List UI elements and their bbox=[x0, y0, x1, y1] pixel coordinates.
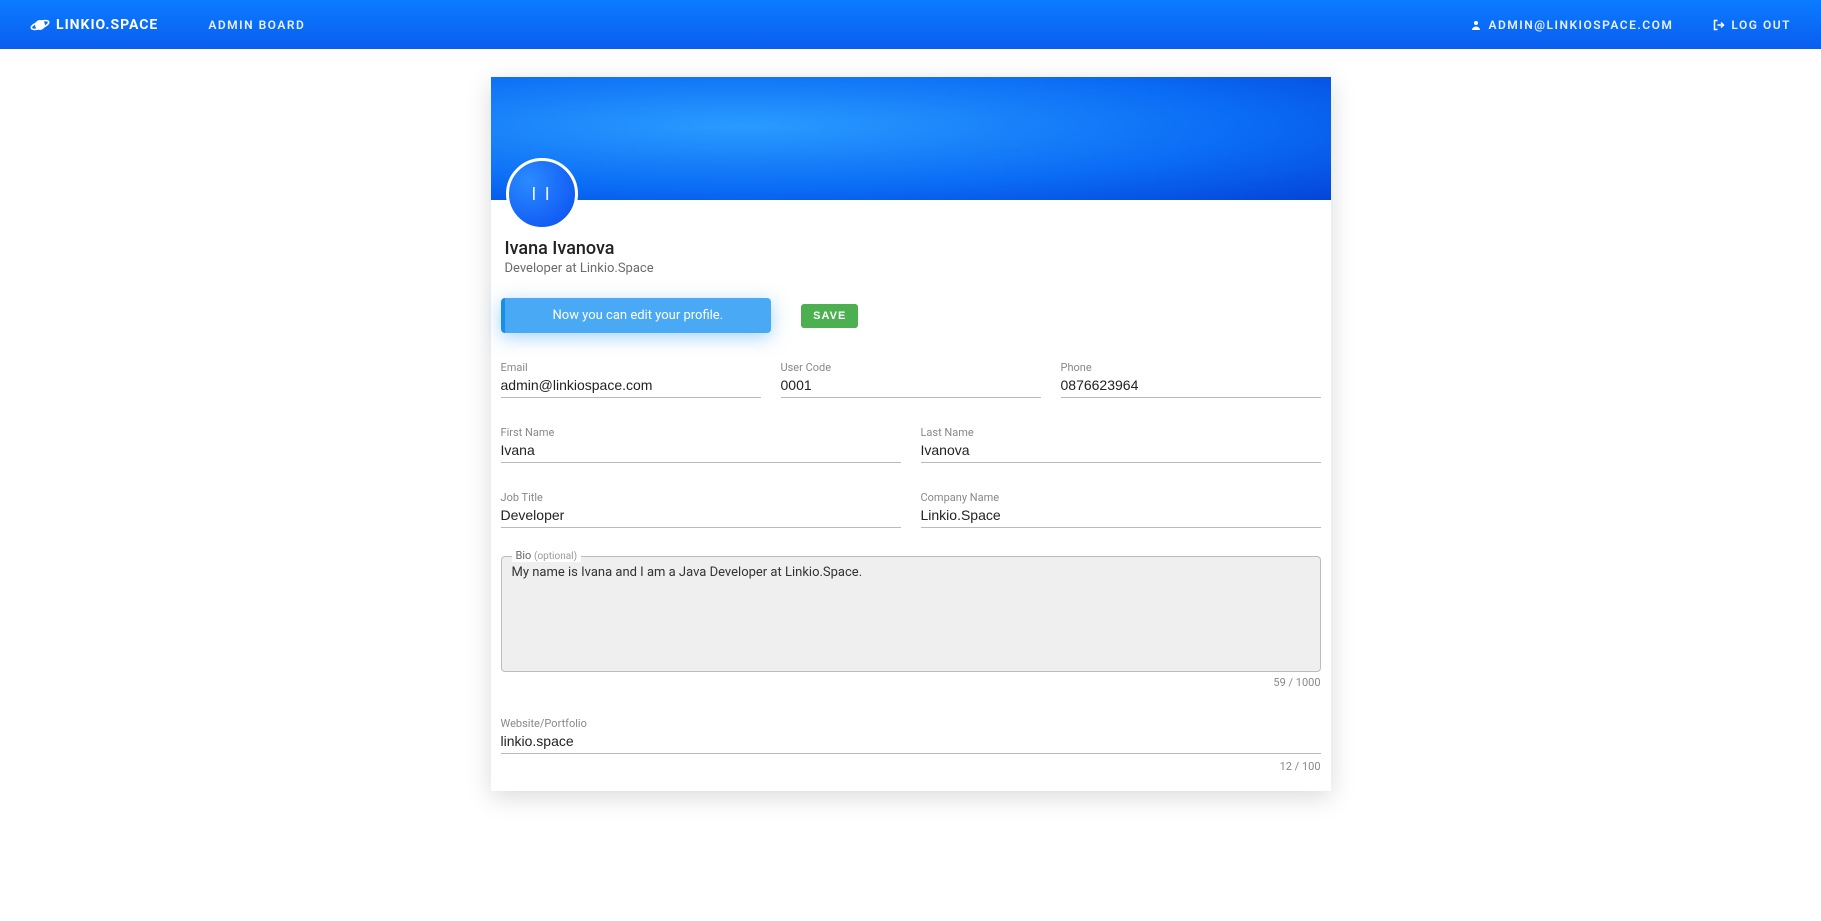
current-user-link[interactable]: ADMIN@LINKIOSPACE.COM bbox=[1470, 18, 1673, 32]
profile-banner: I I bbox=[491, 77, 1331, 200]
save-button[interactable]: SAVE bbox=[801, 304, 858, 328]
last-name-input[interactable] bbox=[921, 440, 1321, 463]
phone-input[interactable] bbox=[1061, 375, 1321, 398]
last-name-label: Last Name bbox=[921, 426, 1321, 439]
bio-label: Bio (optional) bbox=[512, 549, 582, 562]
field-website: Website/Portfolio bbox=[501, 717, 1321, 754]
job-title-label: Job Title bbox=[501, 491, 901, 504]
brand-text: LINKIO.SPACE bbox=[56, 17, 158, 33]
bio-counter: 59 / 1000 bbox=[501, 676, 1321, 689]
user-icon bbox=[1470, 19, 1482, 31]
field-company-name: Company Name bbox=[921, 491, 1321, 528]
field-bio: Bio (optional) bbox=[501, 556, 1321, 672]
logout-text: LOG OUT bbox=[1731, 18, 1791, 32]
logout-icon bbox=[1713, 19, 1725, 31]
admin-board-link[interactable]: ADMIN BOARD bbox=[208, 18, 305, 32]
planet-icon bbox=[30, 15, 50, 35]
company-name-input[interactable] bbox=[921, 505, 1321, 528]
avatar[interactable]: I I bbox=[506, 158, 578, 230]
field-user-code: User Code bbox=[781, 361, 1041, 398]
info-banner: Now you can edit your profile. bbox=[501, 298, 772, 333]
user-code-input[interactable] bbox=[781, 375, 1041, 398]
profile-full-name: Ivana Ivanova bbox=[505, 238, 1321, 259]
avatar-initials: I I bbox=[531, 184, 551, 205]
field-email: Email bbox=[501, 361, 761, 398]
job-title-input[interactable] bbox=[501, 505, 901, 528]
first-name-label: First Name bbox=[501, 426, 901, 439]
user-email-text: ADMIN@LINKIOSPACE.COM bbox=[1488, 18, 1673, 32]
website-counter: 12 / 100 bbox=[501, 760, 1321, 773]
top-navbar: LINKIO.SPACE ADMIN BOARD ADMIN@LINKIOSPA… bbox=[0, 0, 1821, 49]
email-label: Email bbox=[501, 361, 761, 374]
field-first-name: First Name bbox=[501, 426, 901, 463]
field-last-name: Last Name bbox=[921, 426, 1321, 463]
user-code-label: User Code bbox=[781, 361, 1041, 374]
bio-textarea[interactable] bbox=[512, 565, 1310, 661]
website-label: Website/Portfolio bbox=[501, 717, 1321, 730]
company-name-label: Company Name bbox=[921, 491, 1321, 504]
profile-subtitle: Developer at Linkio.Space bbox=[505, 261, 1321, 276]
profile-card: I I Ivana Ivanova Developer at Linkio.Sp… bbox=[491, 77, 1331, 791]
email-input[interactable] bbox=[501, 375, 761, 398]
first-name-input[interactable] bbox=[501, 440, 901, 463]
field-phone: Phone bbox=[1061, 361, 1321, 398]
logout-link[interactable]: LOG OUT bbox=[1713, 18, 1791, 32]
brand-logo[interactable]: LINKIO.SPACE bbox=[30, 15, 158, 35]
field-job-title: Job Title bbox=[501, 491, 901, 528]
website-input[interactable] bbox=[501, 731, 1321, 754]
phone-label: Phone bbox=[1061, 361, 1321, 374]
